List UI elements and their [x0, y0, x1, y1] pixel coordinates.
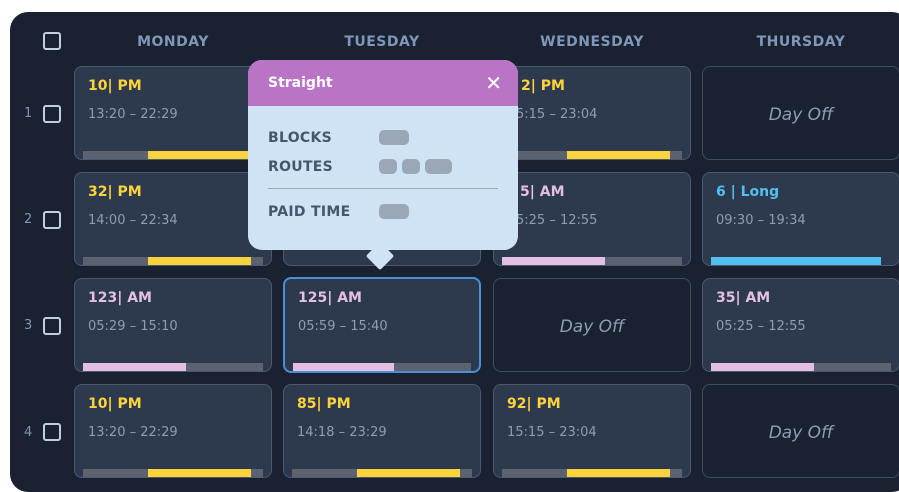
shift-code: 2| PM	[521, 78, 565, 94]
shift-cell[interactable]: 32| PM 14:00 – 22:34	[74, 172, 272, 266]
day-off-cell[interactable]: Day Off	[702, 384, 899, 478]
shift-progress-bar	[711, 257, 881, 265]
blocks-label: BLOCKS	[268, 130, 333, 146]
shift-time: 5:15 – 23:04	[516, 107, 598, 122]
shift-time: 13:20 – 22:29	[88, 107, 178, 122]
shift-time: 05:59 – 15:40	[298, 319, 388, 334]
shift-cell[interactable]: 6 | Long 09:30 – 19:34	[702, 172, 899, 266]
shift-time: 14:18 – 23:29	[297, 425, 387, 440]
shift-code: 6 | Long	[716, 184, 780, 200]
shift-code: 123| AM	[88, 290, 152, 306]
shift-progress-bar	[711, 363, 891, 371]
shift-progress-bar	[83, 469, 263, 477]
day-header-monday: MONDAY	[137, 34, 209, 50]
shift-progress-bar	[83, 151, 263, 159]
shift-code: 92| PM	[507, 396, 561, 412]
shift-cell[interactable]: 35| AM 05:25 – 12:55	[702, 278, 899, 372]
row-number: 1	[24, 106, 33, 121]
shift-cell[interactable]: 10| PM 13:20 – 22:29	[74, 66, 272, 160]
shift-progress-bar	[83, 257, 263, 265]
row-checkbox[interactable]	[43, 423, 61, 441]
popup-divider	[268, 188, 498, 189]
shift-cell[interactable]: 92| PM 15:15 – 23:04	[493, 384, 691, 478]
shift-time: 14:00 – 22:34	[88, 213, 178, 228]
routes-label: ROUTES	[268, 159, 334, 175]
shift-time: 05:29 – 15:10	[88, 319, 178, 334]
shift-code: 35| AM	[716, 290, 771, 306]
day-off-label: Day Off	[559, 317, 625, 337]
shift-progress-bar	[293, 363, 471, 371]
shift-details-popup: Straight ✕ BLOCKS ROUTES PAID TIME	[248, 60, 518, 271]
day-off-label: Day Off	[768, 423, 834, 443]
row-number: 3	[24, 318, 33, 333]
row-checkbox[interactable]	[43, 105, 61, 123]
shift-progress-bar	[502, 151, 682, 159]
close-icon[interactable]: ✕	[485, 71, 502, 95]
shift-progress-bar	[292, 469, 472, 477]
day-header-wednesday: WEDNESDAY	[540, 34, 644, 50]
day-header-thursday: THURSDAY	[756, 34, 846, 50]
row-number: 4	[24, 425, 33, 440]
row-checkbox[interactable]	[43, 211, 61, 229]
shift-time: 13:20 – 22:29	[88, 425, 178, 440]
day-off-cell[interactable]: Day Off	[493, 278, 691, 372]
day-off-label: Day Off	[768, 105, 834, 125]
blocks-placeholder	[379, 130, 409, 145]
shift-cell[interactable]: 2| PM 5:15 – 23:04	[493, 66, 691, 160]
shift-cell-selected[interactable]: 125| AM 05:59 – 15:40	[283, 277, 481, 373]
shift-progress-bar	[83, 363, 263, 371]
shift-time: 05:25 – 12:55	[716, 319, 806, 334]
route-placeholder	[425, 159, 452, 174]
route-placeholder	[379, 159, 397, 174]
shift-time: 5:25 – 12:55	[516, 213, 598, 228]
shift-code: 10| PM	[88, 396, 142, 412]
shift-time: 15:15 – 23:04	[507, 425, 597, 440]
row-checkbox[interactable]	[43, 317, 61, 335]
shift-code: 10| PM	[88, 78, 142, 94]
popup-header: Straight ✕	[248, 60, 518, 106]
paid-time-label: PAID TIME	[268, 204, 351, 220]
day-off-cell[interactable]: Day Off	[702, 66, 899, 160]
shift-code: 5| AM	[520, 184, 565, 200]
shift-cell[interactable]: 123| AM 05:29 – 15:10	[74, 278, 272, 372]
shift-code: 85| PM	[297, 396, 351, 412]
shift-time: 09:30 – 19:34	[716, 213, 806, 228]
row-number: 2	[24, 212, 33, 227]
day-header-tuesday: TUESDAY	[344, 34, 420, 50]
shift-cell[interactable]: 10| PM 13:20 – 22:29	[74, 384, 272, 478]
shift-cell[interactable]: 85| PM 14:18 – 23:29	[283, 384, 481, 478]
route-placeholder	[402, 159, 420, 174]
shift-progress-bar	[502, 469, 682, 477]
shift-progress-bar	[502, 257, 682, 265]
shift-code: 125| AM	[298, 290, 362, 306]
shift-cell[interactable]: 5| AM 5:25 – 12:55	[493, 172, 691, 266]
select-all-checkbox[interactable]	[43, 32, 61, 50]
paid-time-placeholder	[379, 204, 409, 219]
shift-code: 32| PM	[88, 184, 142, 200]
popup-title: Straight	[268, 75, 333, 91]
